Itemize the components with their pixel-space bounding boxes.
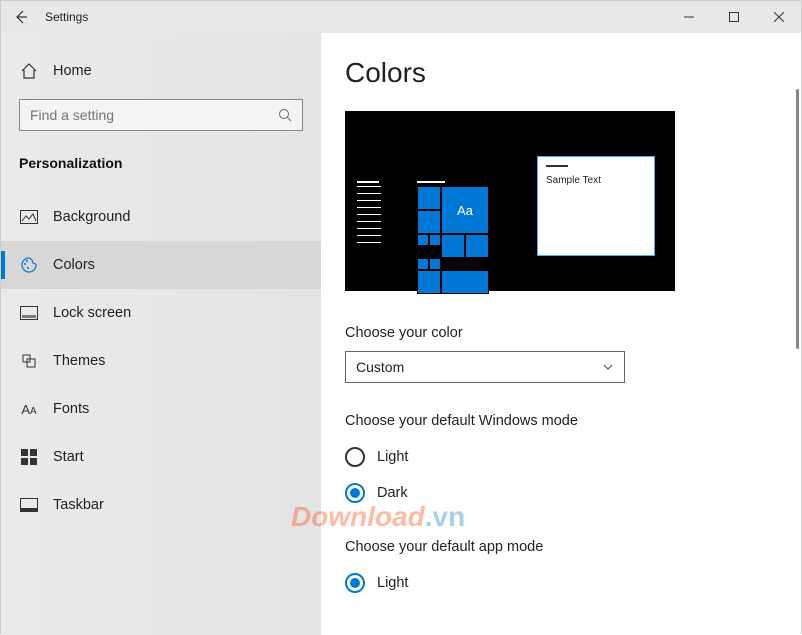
nav-label: Background xyxy=(53,209,130,225)
arrow-left-icon xyxy=(13,9,29,25)
radio-icon xyxy=(345,483,365,503)
radio-windows-dark[interactable]: Dark xyxy=(345,475,801,511)
category-title: Personalization xyxy=(1,147,321,193)
preview-sample-text: Sample Text xyxy=(546,175,646,186)
start-icon xyxy=(19,447,39,467)
search-box[interactable] xyxy=(19,99,303,131)
sidebar-item-themes[interactable]: Themes xyxy=(1,337,321,385)
color-dropdown[interactable]: Custom xyxy=(345,351,625,383)
sidebar-item-lockscreen[interactable]: Lock screen xyxy=(1,289,321,337)
preview-tile-aa: Aa xyxy=(441,186,489,234)
radio-icon xyxy=(345,573,365,593)
sidebar-item-fonts[interactable]: AA Fonts xyxy=(1,385,321,433)
app-mode-group: Light xyxy=(345,565,801,601)
nav-label: Start xyxy=(53,449,84,465)
radio-windows-light[interactable]: Light xyxy=(345,439,801,475)
window-title: Settings xyxy=(41,10,88,24)
windows-mode-group: Light Dark xyxy=(345,439,801,511)
radio-label: Light xyxy=(377,575,408,591)
choose-color-label: Choose your color xyxy=(345,325,801,341)
sidebar: Home Personalization Background Colors xyxy=(1,33,321,635)
minimize-icon xyxy=(684,12,694,22)
nav-label: Colors xyxy=(53,257,95,273)
taskbar-icon xyxy=(19,495,39,515)
app-mode-label: Choose your default app mode xyxy=(345,539,801,555)
back-button[interactable] xyxy=(1,1,41,33)
preview-window: Sample Text xyxy=(537,156,655,256)
close-button[interactable] xyxy=(756,1,801,33)
search-icon xyxy=(268,108,302,122)
maximize-button[interactable] xyxy=(711,1,756,33)
radio-app-light[interactable]: Light xyxy=(345,565,801,601)
radio-label: Dark xyxy=(377,485,408,501)
sidebar-item-colors[interactable]: Colors xyxy=(1,241,321,289)
sidebar-item-start[interactable]: Start xyxy=(1,433,321,481)
search-input[interactable] xyxy=(20,107,268,123)
nav-label: Themes xyxy=(53,353,105,369)
page-title: Colors xyxy=(345,57,801,89)
background-icon xyxy=(19,207,39,227)
color-preview: Aa xyxy=(345,111,675,291)
lockscreen-icon xyxy=(19,303,39,323)
themes-icon xyxy=(19,351,39,371)
home-nav[interactable]: Home xyxy=(1,51,321,91)
minimize-button[interactable] xyxy=(666,1,711,33)
scrollbar[interactable] xyxy=(796,89,799,349)
sidebar-item-background[interactable]: Background xyxy=(1,193,321,241)
sidebar-item-taskbar[interactable]: Taskbar xyxy=(1,481,321,529)
home-icon xyxy=(19,61,39,81)
nav-label: Taskbar xyxy=(53,497,104,513)
chevron-down-icon xyxy=(602,361,614,373)
radio-label: Light xyxy=(377,449,408,465)
home-label: Home xyxy=(53,63,92,79)
radio-icon xyxy=(345,447,365,467)
titlebar: Settings xyxy=(1,1,801,33)
dropdown-selected: Custom xyxy=(356,359,602,375)
nav-label: Fonts xyxy=(53,401,89,417)
close-icon xyxy=(774,12,784,22)
fonts-icon: AA xyxy=(19,399,39,419)
main-content: Colors xyxy=(321,33,801,635)
nav-label: Lock screen xyxy=(53,305,131,321)
colors-icon xyxy=(19,255,39,275)
maximize-icon xyxy=(729,12,739,22)
windows-mode-label: Choose your default Windows mode xyxy=(345,413,801,429)
